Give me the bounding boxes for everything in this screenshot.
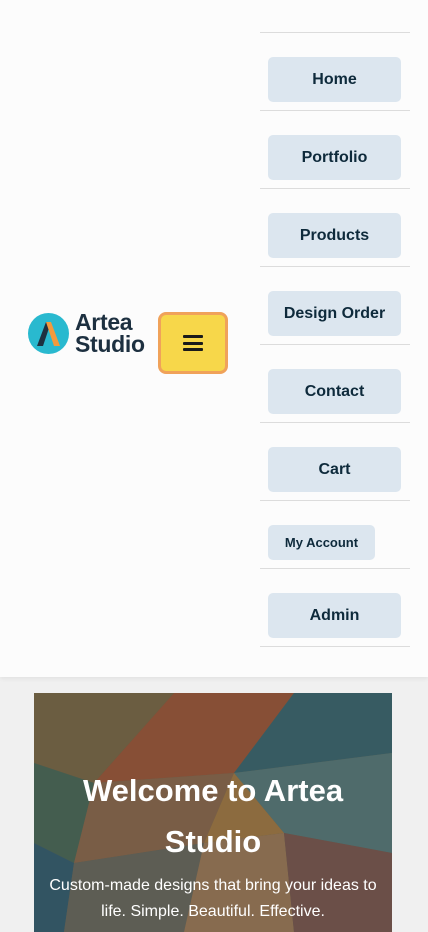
- nav-portfolio-button[interactable]: Portfolio: [268, 135, 401, 180]
- nav-cart-button[interactable]: Cart: [268, 447, 401, 492]
- brand-name-line1: Artea: [75, 309, 133, 335]
- nav-design-order-button[interactable]: Design Order: [268, 291, 401, 336]
- nav-item-products: Products: [260, 189, 410, 267]
- nav-contact-button[interactable]: Contact: [268, 369, 401, 414]
- hamburger-menu-icon: [183, 335, 203, 351]
- artea-a-logo-icon: [28, 312, 69, 354]
- hero-subtitle: Custom-made designs that bring your idea…: [49, 877, 377, 920]
- hero-title: Welcome to Artea Studio: [82, 773, 344, 859]
- nav-item-design-order: Design Order: [260, 267, 410, 345]
- hero-banner: Welcome to Artea Studio Custom-made desi…: [34, 693, 392, 932]
- nav-home-button[interactable]: Home: [268, 57, 401, 102]
- brand-name-line2: Studio: [75, 331, 145, 357]
- nav-item-cart: Cart: [260, 423, 410, 501]
- nav-item-my-account: My Account: [260, 501, 410, 569]
- main-nav: Home Portfolio Products Design Order Con…: [260, 32, 410, 647]
- brand-name: Artea Studio: [75, 309, 145, 357]
- nav-admin-button[interactable]: Admin: [268, 593, 401, 638]
- brand-logo[interactable]: Artea Studio: [28, 309, 145, 357]
- nav-products-button[interactable]: Products: [268, 213, 401, 258]
- nav-item-contact: Contact: [260, 345, 410, 423]
- menu-toggle-button[interactable]: [158, 312, 228, 374]
- nav-item-admin: Admin: [260, 569, 410, 647]
- nav-item-home: Home: [260, 33, 410, 111]
- nav-my-account-button[interactable]: My Account: [268, 525, 375, 560]
- nav-item-portfolio: Portfolio: [260, 111, 410, 189]
- site-header: Artea Studio Home Portfolio Products Des…: [0, 0, 428, 677]
